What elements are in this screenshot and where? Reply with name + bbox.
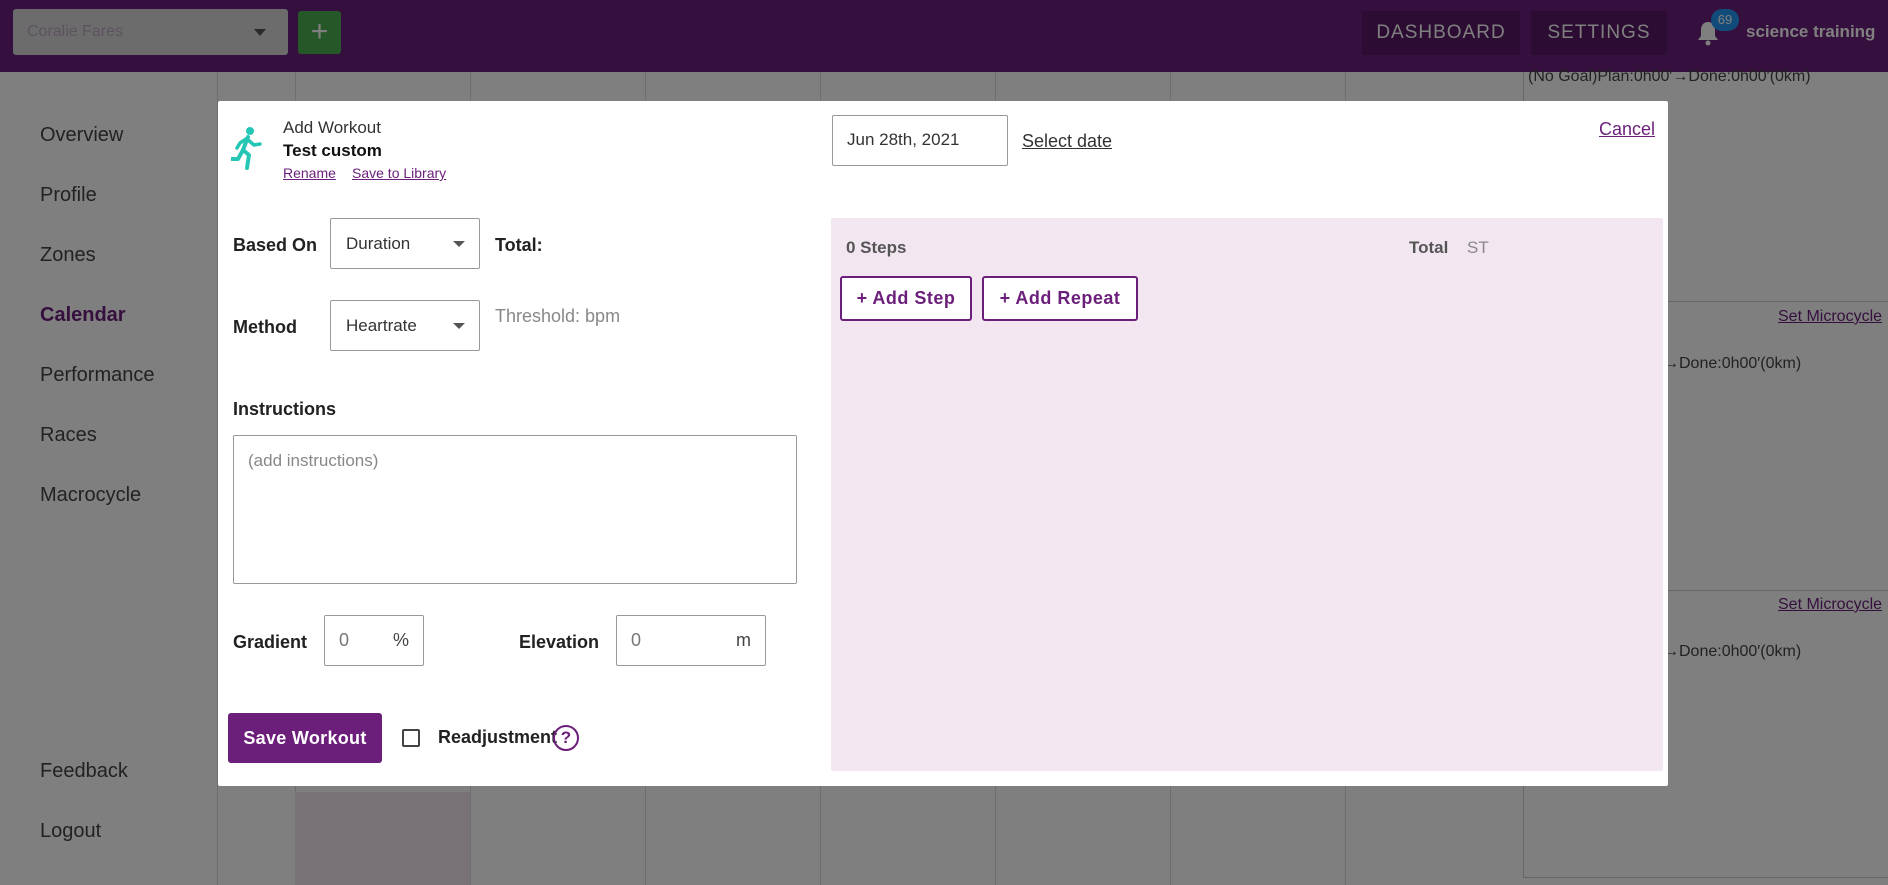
add-repeat-button[interactable]: + Add Repeat [982,276,1138,321]
gradient-input[interactable]: 0 % [324,615,424,666]
running-person-icon [231,127,262,170]
elevation-unit: m [736,630,751,650]
select-date-link[interactable]: Select date [1022,131,1112,152]
modal-heading: Add Workout [283,118,381,137]
readjustment-label: Readjustment [438,727,558,747]
gradient-label: Gradient [233,632,308,652]
question-circle-icon[interactable]: ? [553,725,579,751]
based-on-select[interactable]: Duration [330,218,480,269]
elevation-label: Elevation [519,632,600,652]
steps-total-label: Total [1409,238,1449,257]
workout-date-field[interactable]: Jun 28th, 2021 [832,115,1008,166]
add-step-button[interactable]: + Add Step [840,276,972,321]
based-on-label: Based On [233,235,318,255]
save-to-library-link[interactable]: Save to Library [352,165,446,181]
elevation-input[interactable]: 0 m [616,615,766,666]
add-workout-modal: Add Workout Test custom Rename Save to L… [218,101,1668,786]
threshold-text: Threshold: bpm [495,306,621,326]
total-label: Total: [495,235,543,255]
gradient-value: 0 [339,630,350,650]
readjustment-checkbox[interactable] [402,729,420,747]
elevation-value: 0 [631,630,642,650]
chevron-down-icon [453,241,465,247]
method-select[interactable]: Heartrate [330,300,480,351]
steps-total-unit: ST [1467,238,1489,257]
instructions-label: Instructions [233,399,337,419]
gradient-unit: % [392,630,409,650]
instructions-field[interactable] [233,435,797,584]
steps-count: 0 Steps [846,238,907,257]
method-value: Heartrate [346,316,417,335]
save-workout-button[interactable]: Save Workout [228,713,382,763]
steps-panel: 0 Steps Total ST + Add Step + Add Repeat [831,218,1663,771]
workout-name: Test custom [283,141,382,160]
based-on-value: Duration [346,234,411,253]
rename-link[interactable]: Rename [283,165,336,181]
method-label: Method [233,317,297,337]
cancel-link[interactable]: Cancel [1599,119,1655,140]
chevron-down-icon [453,323,465,329]
